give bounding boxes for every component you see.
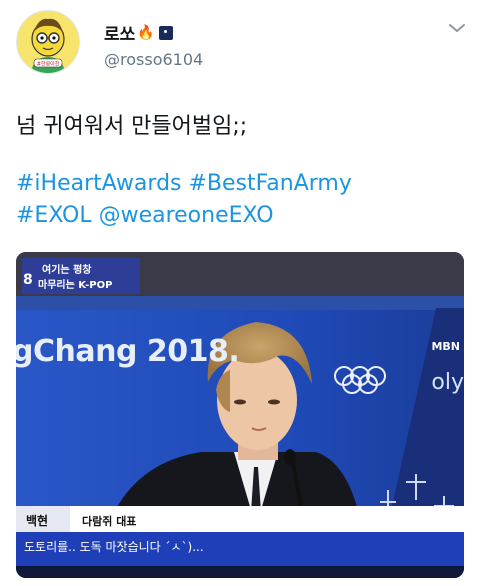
chevron-down-icon[interactable] [448, 22, 466, 34]
hashtag-bestfanarmy[interactable]: #BestFanArmy [189, 171, 352, 196]
tweet-media-photo[interactable]: gChang 2018. MBN oly 8 여기는 평창 마무리는 K-POP… [16, 252, 464, 578]
fire-emoji-icon: 🔥 [137, 24, 155, 41]
avatar-cartoon-icon: #한영이천 [17, 11, 79, 73]
display-name[interactable]: 로쏘 🔥 [104, 20, 173, 45]
channel-logo: MBN [431, 340, 460, 353]
background-banner-text: gChang 2018. [16, 334, 240, 369]
caption-role: 다람쥐 대표 [82, 515, 137, 528]
background-right-text: oly [431, 370, 464, 395]
caption-subtitle: 도토리를.. 도독 마잣습니다 ´ㅅ`)... [24, 540, 204, 554]
hashtag-exol[interactable]: #EXOL [16, 203, 92, 228]
display-name-text: 로쏘 [104, 25, 136, 45]
overlay-number: 8 [23, 272, 33, 288]
hashtag-iheartawards[interactable]: #iHeartAwards [16, 171, 182, 196]
overlay-top-text: 여기는 평창 [42, 265, 92, 276]
overlay-bottom-text: 마무리는 K-POP [38, 280, 113, 291]
avatar-badge: #한영이천 [37, 61, 60, 68]
tweet-text: 넘 귀여워서 만들어벌임;; [16, 114, 248, 139]
user-handle[interactable]: @rosso6104 [104, 50, 203, 69]
tweet-hashtags: #iHeartAwards #BestFanArmy #EXOL @weareo… [16, 168, 352, 232]
tv-screen-photo [16, 252, 464, 578]
night-sky-emoji-icon [158, 25, 173, 40]
hashtag-line-1: #iHeartAwards #BestFanArmy [16, 168, 352, 200]
hashtag-line-2: #EXOL @weareoneEXO [16, 200, 352, 232]
mention-weareoneexo[interactable]: @weareoneEXO [99, 203, 274, 228]
caption-name: 백현 [26, 514, 49, 528]
avatar[interactable]: #한영이천 [16, 10, 80, 74]
tweet-header: #한영이천 로쏘 🔥 @rosso6104 [0, 0, 480, 90]
